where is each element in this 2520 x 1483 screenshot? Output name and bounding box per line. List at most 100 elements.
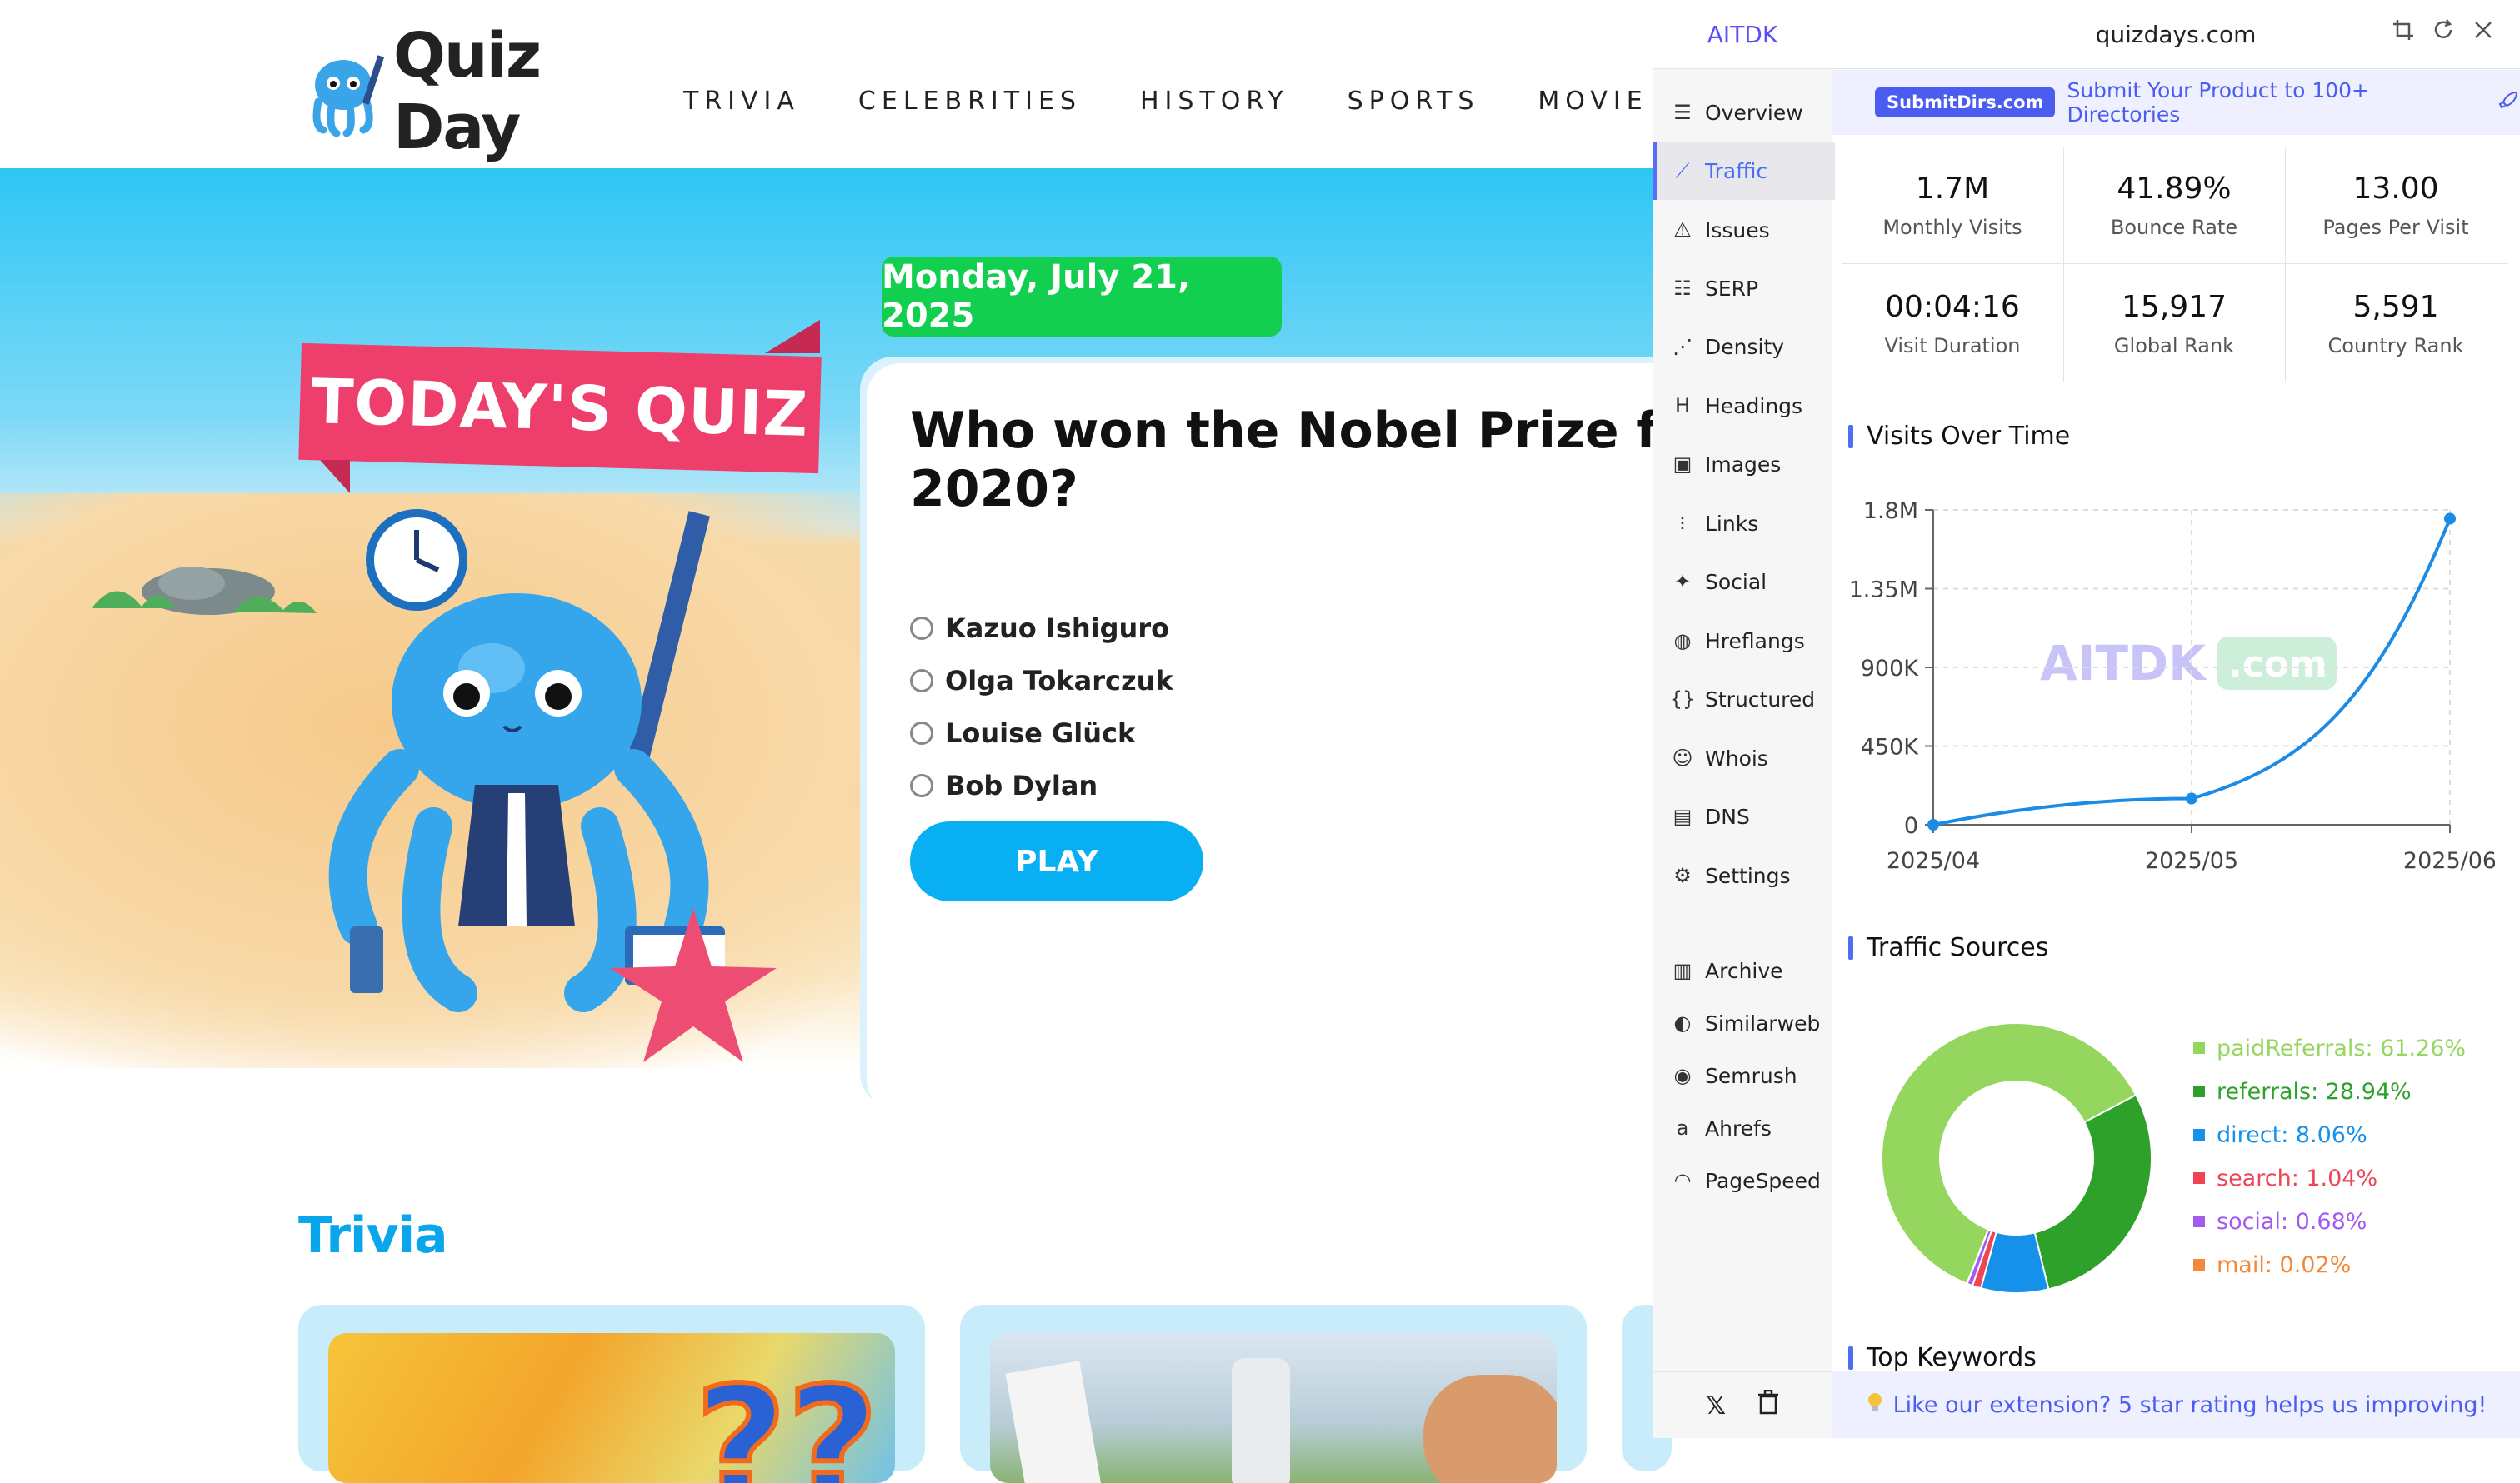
slice-referrals[interactable] [2033,1093,2152,1291]
answer-option[interactable]: Louise Glück [910,707,1173,759]
radio-button[interactable] [910,668,933,692]
trivia-card[interactable] [960,1305,1587,1483]
sidebar-item-headings[interactable]: H Headings [1653,377,1832,435]
radio-button[interactable] [910,721,933,745]
svg-text:??: ?? [695,1353,878,1483]
refresh-icon[interactable] [2432,18,2455,48]
trivia-card-image: ?? [328,1333,895,1483]
visits-section-title: Visits Over Time [1848,422,2070,451]
overview-icon: ☰ [1673,101,1692,124]
sidebar-item-structured[interactable]: {} Structured [1653,670,1832,728]
date-badge: Monday, July 21, 2025 [882,257,1282,337]
social-icon: ✦ [1673,570,1692,593]
sidebar-item-label: Settings [1705,863,1791,888]
sidebar-item-label: Hreflangs [1705,628,1805,653]
sidebar-item-hreflangs[interactable]: ◍ Hreflangs [1653,612,1832,670]
external-link-ahrefs[interactable]: a Ahrefs [1653,1099,1832,1157]
sidebar-item-label: Images [1705,452,1782,477]
visits-line-chart: AITDK .com 0 450K 900K 1.35M 1.8M 2025/04 2025/0… [1849,498,2495,874]
nav-movie[interactable]: MOVIE [1538,87,1648,116]
legend-item-paidReferrals[interactable]: paidReferrals: 61.26% [2193,1026,2466,1070]
legend-swatch [2193,1129,2205,1141]
gear-icon: ⚙ [1673,864,1692,887]
external-link-label: Ahrefs [1705,1116,1772,1141]
legend-label: mail: 0.02% [2217,1251,2352,1278]
legend-item-mail[interactable]: mail: 0.02% [2193,1243,2466,1286]
globe-icon: ◍ [1673,629,1692,652]
crop-icon[interactable] [2392,18,2415,48]
x-tick-label: 2025/05 [2145,848,2238,874]
sidebar-item-overview[interactable]: ☰ Overview [1653,83,1832,142]
site-header [0,0,1653,168]
grid-divider [2063,147,2064,382]
topbar-actions [2392,18,2495,48]
section-accent [1848,424,1853,448]
extension-brand[interactable]: AITDK [1653,0,1832,69]
legend-swatch [2193,1042,2205,1054]
external-link-pagespeed[interactable]: ◠ PageSpeed [1653,1151,1832,1210]
sidebar-item-whois[interactable]: ☺ Whois [1653,729,1832,787]
play-button[interactable]: PLAY [910,821,1203,901]
watermark-text: AITDK [2040,635,2208,692]
sidebar-item-images[interactable]: ▣ Images [1653,435,1832,493]
section-title-text: Traffic Sources [1867,933,2049,962]
nav-history[interactable]: HISTORY [1140,87,1289,116]
stat-global-rank: 15,917 Global Rank [2063,265,2285,382]
stat-value: 13.00 [2352,171,2439,206]
stat-label: Country Rank [2328,333,2464,357]
radio-button[interactable] [910,616,933,640]
nav-trivia[interactable]: TRIVIA [683,87,800,116]
sidebar-item-label: Whois [1705,746,1768,771]
legend-label: search: 1.04% [2217,1165,2378,1191]
similarweb-icon: ◐ [1673,1011,1692,1035]
radio-button[interactable] [910,773,933,797]
promo-banner[interactable]: SubmitDirs.com Submit Your Product to 10… [1832,70,2520,135]
external-link-similarweb[interactable]: ◐ Similarweb [1653,994,1832,1052]
legend-label: paidReferrals: 61.26% [2217,1035,2467,1061]
sidebar-item-serp[interactable]: ☷ SERP [1653,259,1832,317]
traffic-icon: ⟋ [1675,159,1690,182]
option-label: Bob Dylan [945,769,1098,801]
logo-text: Quiz Day [393,20,542,163]
rating-banner[interactable]: Like our extension? 5 star rating helps … [1832,1371,2520,1438]
answer-option[interactable]: Kazuo Ishiguro [910,602,1173,654]
option-label: Louise Glück [945,717,1136,749]
sidebar-item-social[interactable]: ✦ Social [1653,552,1832,611]
nav-celebrities[interactable]: CELEBRITIES [858,87,1082,116]
stat-value: 00:04:16 [1885,289,2020,324]
sidebar-item-traffic[interactable]: ⟋ Traffic [1653,142,1835,200]
trivia-card-image [990,1333,1557,1483]
answer-option[interactable]: Olga Tokarczuk [910,654,1173,707]
legend-item-direct[interactable]: direct: 8.06% [2193,1113,2466,1156]
close-icon[interactable] [2472,18,2495,48]
external-link-semrush[interactable]: ◉ Semrush [1653,1046,1832,1105]
sidebar-item-dns[interactable]: ▤ DNS [1653,787,1832,846]
quiz-day-logo[interactable]: Quiz Day [298,20,640,163]
trivia-heading: Trivia [298,1206,448,1265]
trivia-card[interactable]: ?? [298,1305,925,1483]
warning-icon: ⚠ [1673,218,1692,242]
pagespeed-icon: ◠ [1673,1169,1692,1192]
legend-item-social[interactable]: social: 0.68% [2193,1200,2466,1243]
external-link-archive[interactable]: ▥ Archive [1653,941,1832,1000]
stat-label: Visit Duration [1884,333,2021,357]
watermark-suffix: .com [2228,643,2328,686]
sidebar-item-label: SERP [1705,276,1759,301]
domain-label: quizdays.com [2095,20,2257,48]
stat-monthly-visits: 1.7M Monthly Visits [1842,147,2063,263]
x-logo-icon[interactable]: 𝕏 [1706,1391,1726,1421]
external-link-label: PageSpeed [1705,1168,1821,1193]
links-icon: ⁝ [1679,512,1686,535]
answer-option[interactable]: Bob Dylan [910,759,1173,811]
top-keywords-title: Top Keywords [1848,1343,2037,1372]
sidebar-item-issues[interactable]: ⚠ Issues [1653,201,1832,259]
nav-sports[interactable]: SPORTS [1348,87,1480,116]
sidebar-item-settings[interactable]: ⚙ Settings [1653,846,1832,905]
legend-swatch [2193,1259,2205,1271]
trash-icon[interactable] [1758,1389,1779,1421]
legend-item-referrals[interactable]: referrals: 28.94% [2193,1070,2466,1113]
sidebar-item-density[interactable]: ⋰ Density [1653,317,1832,376]
legend-item-search[interactable]: search: 1.04% [2193,1156,2466,1200]
stat-value: 1.7M [1915,171,1990,206]
sidebar-item-links[interactable]: ⁝ Links [1653,494,1832,552]
